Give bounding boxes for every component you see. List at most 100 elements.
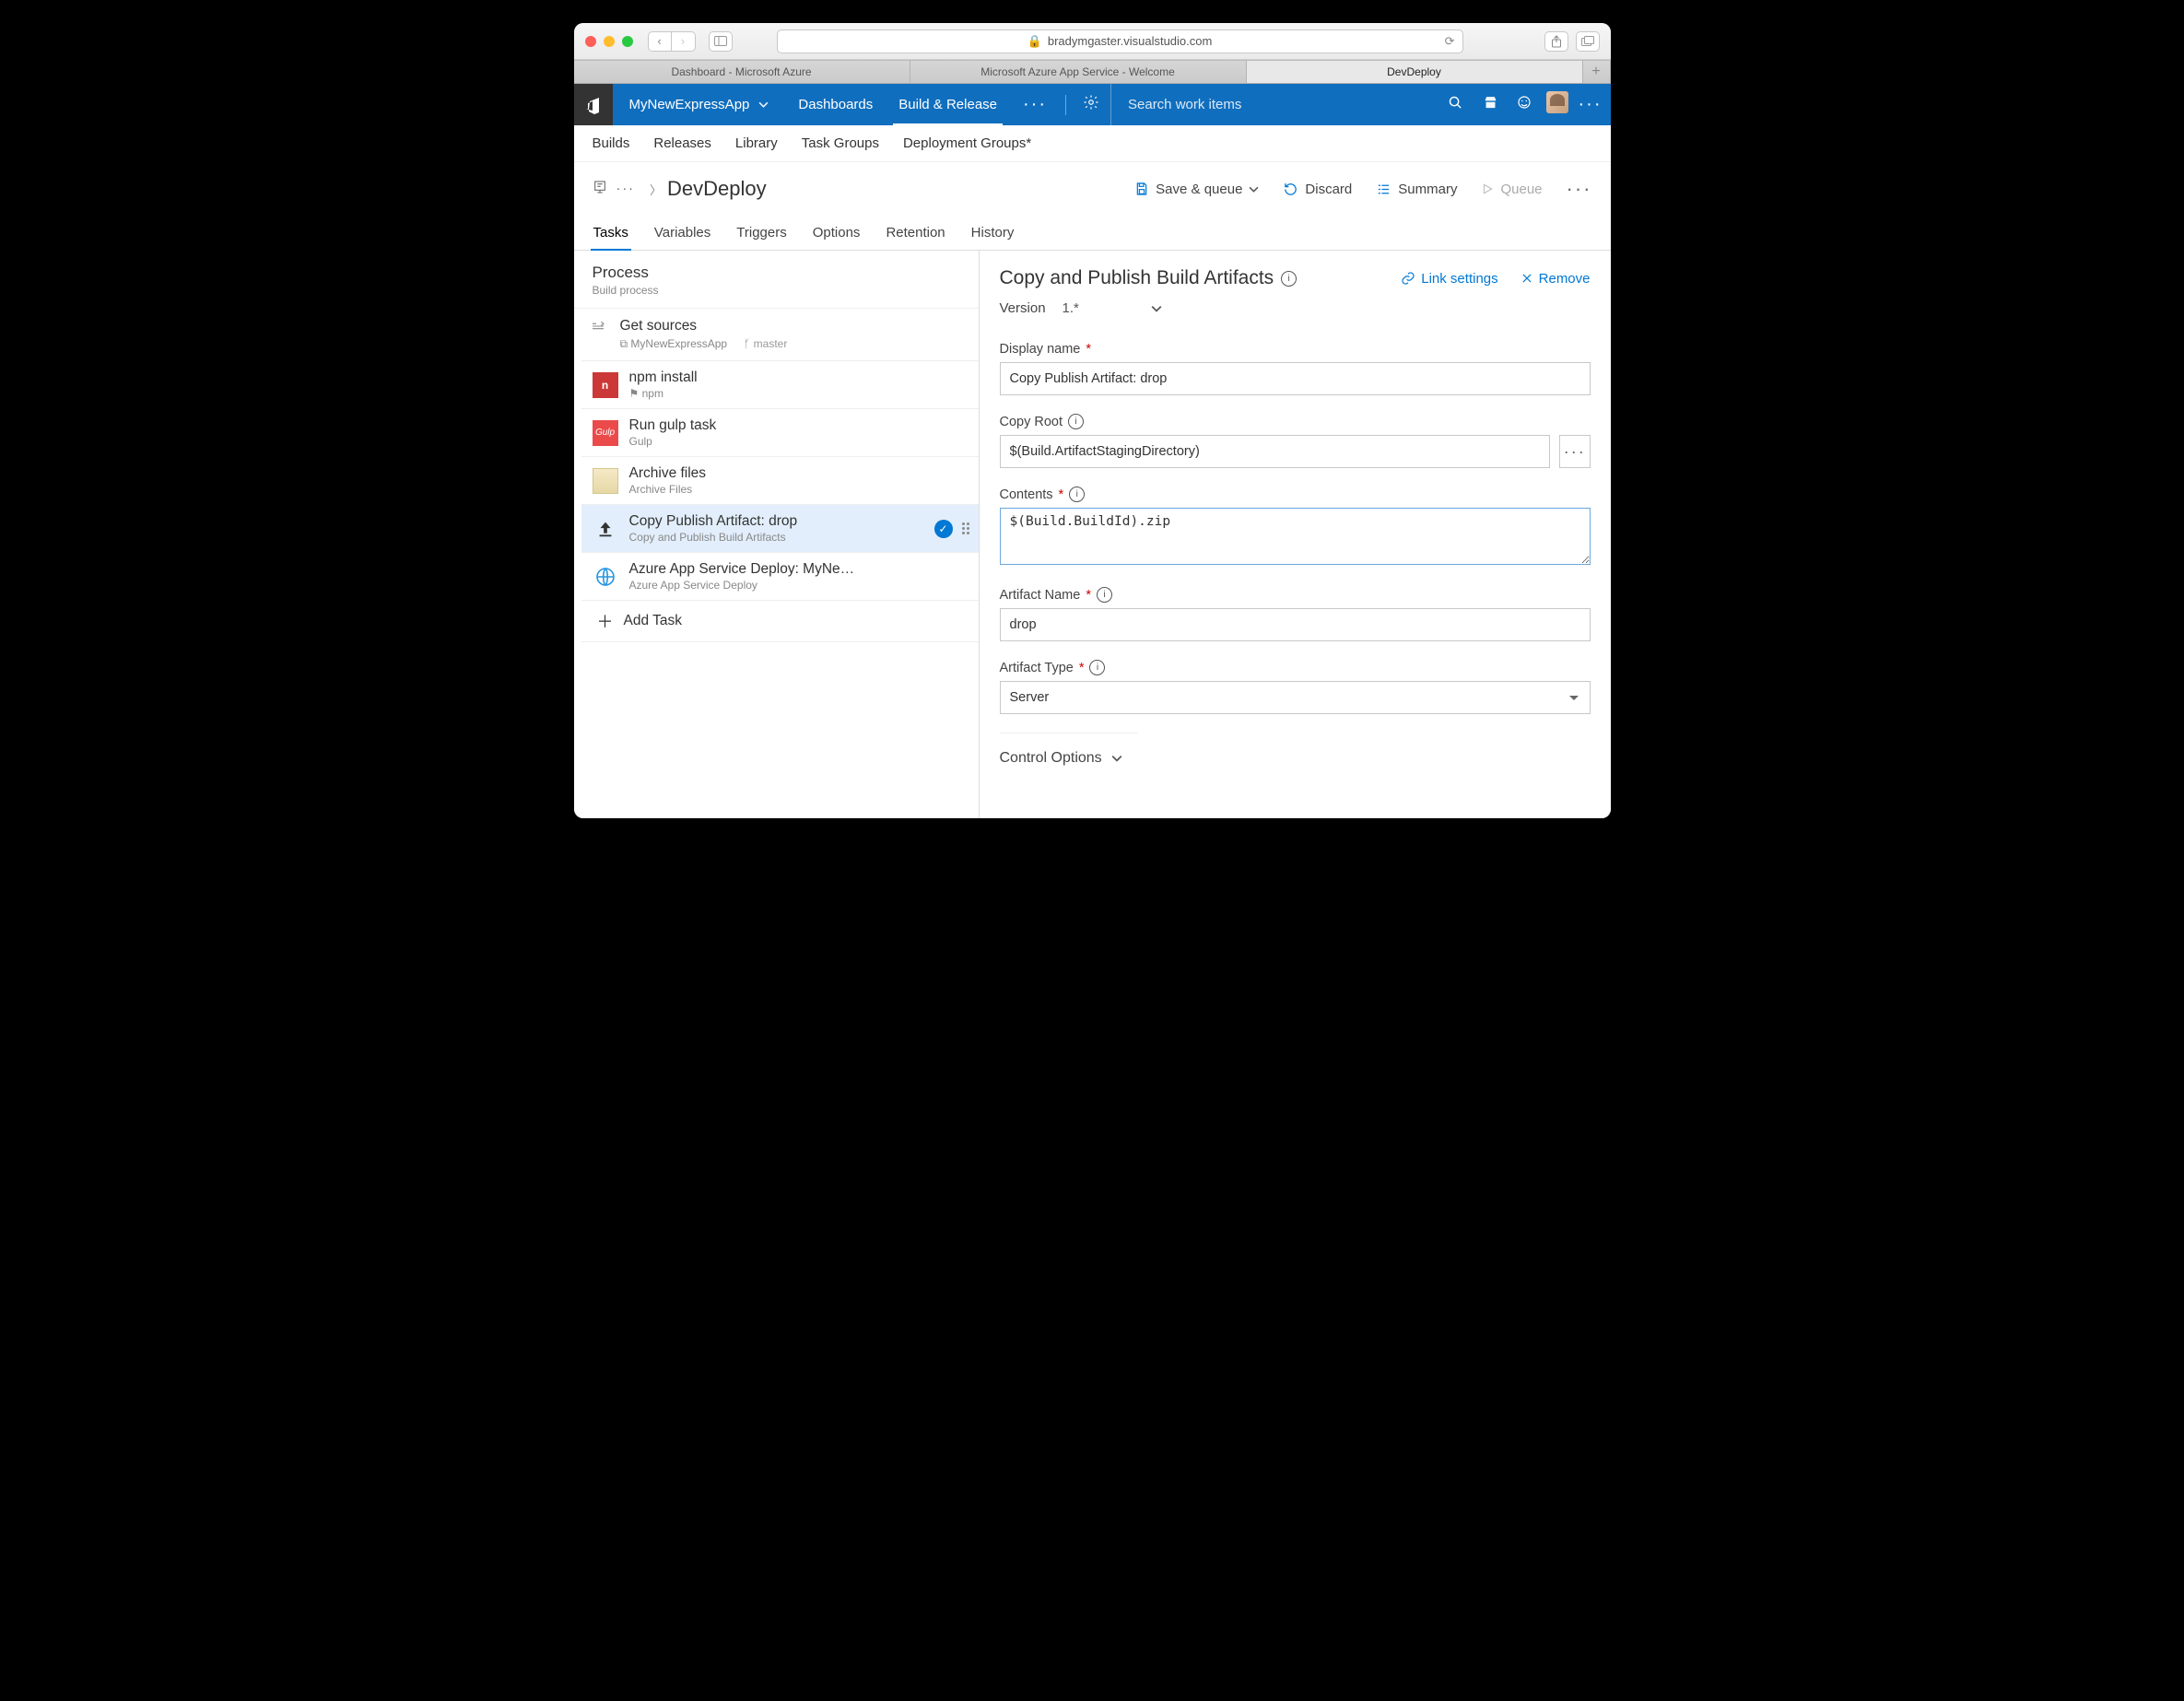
contents-textarea[interactable]: [1000, 508, 1591, 565]
info-icon[interactable]: i: [1281, 271, 1297, 287]
search-icon[interactable]: [1438, 95, 1474, 114]
task-row[interactable]: Azure App Service Deploy: MyNe…Azure App…: [581, 552, 979, 600]
marketplace-icon[interactable]: [1474, 95, 1508, 115]
project-name: MyNewExpressApp: [629, 97, 750, 112]
feedback-icon[interactable]: [1508, 94, 1541, 115]
task-row[interactable]: Gulp Run gulp taskGulp: [581, 408, 979, 456]
info-icon[interactable]: i: [1089, 660, 1105, 675]
detail-title: Copy and Publish Build Artifacts: [1000, 267, 1274, 289]
browser-tab[interactable]: Microsoft Azure App Service - Welcome: [910, 61, 1247, 83]
browser-tab[interactable]: Dashboard - Microsoft Azure: [574, 61, 910, 83]
link-settings-button[interactable]: Link settings: [1401, 271, 1497, 287]
chevron-down-icon: [758, 100, 769, 110]
get-sources-row[interactable]: Get sources ⧉ MyNewExpressApp ᚶ master: [574, 308, 979, 360]
tab-tasks[interactable]: Tasks: [593, 225, 629, 250]
required-marker: *: [1079, 661, 1085, 675]
chevron-down-icon: [1249, 184, 1259, 194]
branch-name: ᚶ master: [744, 337, 787, 351]
url-host: bradymgaster.visualstudio.com: [1048, 34, 1212, 48]
required-marker: *: [1086, 588, 1091, 603]
share-button[interactable]: [1544, 31, 1568, 52]
info-icon[interactable]: i: [1097, 587, 1112, 603]
artifact-type-select[interactable]: Server: [1000, 681, 1591, 714]
browser-titlebar: ‹ › 🔒 bradymgaster.visualstudio.com ⟳: [574, 23, 1611, 60]
minimize-window-icon[interactable]: [604, 36, 615, 47]
archive-icon: [593, 468, 618, 494]
search-input[interactable]: [1126, 96, 1438, 113]
page-title: DevDeploy: [667, 177, 767, 201]
add-task-button[interactable]: ＋ Add Task: [581, 600, 979, 642]
new-tab-button[interactable]: +: [1583, 61, 1611, 83]
artifact-name-input[interactable]: [1000, 608, 1591, 641]
window-controls: [585, 36, 633, 47]
settings-gear-icon[interactable]: [1072, 94, 1110, 115]
subnav-library[interactable]: Library: [735, 135, 778, 151]
vsts-logo-icon[interactable]: [574, 84, 613, 125]
user-avatar[interactable]: [1541, 91, 1574, 118]
info-icon[interactable]: i: [1068, 414, 1084, 429]
version-value: 1.*: [1063, 300, 1079, 316]
project-switcher[interactable]: MyNewExpressApp: [613, 97, 786, 112]
task-row[interactable]: Archive filesArchive Files: [581, 456, 979, 504]
topbar-right: ···: [1474, 91, 1611, 118]
control-options-toggle[interactable]: Control Options: [1000, 733, 1138, 767]
vsts-topbar: MyNewExpressApp Dashboards Build & Relea…: [574, 84, 1611, 125]
task-row-selected[interactable]: Copy Publish Artifact: dropCopy and Publ…: [581, 504, 979, 552]
zoom-window-icon[interactable]: [622, 36, 633, 47]
tab-variables[interactable]: Variables: [653, 225, 711, 250]
queue-button: Queue: [1481, 182, 1542, 197]
back-button[interactable]: ‹: [648, 31, 672, 52]
save-queue-button[interactable]: Save & queue: [1134, 182, 1259, 197]
tabs-button[interactable]: [1576, 31, 1600, 52]
address-bar[interactable]: 🔒 bradymgaster.visualstudio.com ⟳: [777, 29, 1463, 53]
tab-history[interactable]: History: [970, 225, 1016, 250]
drag-handle-icon[interactable]: [962, 522, 969, 534]
check-icon: ✓: [934, 520, 953, 538]
nav-back-forward: ‹ ›: [648, 31, 696, 52]
subnav: Builds Releases Library Task Groups Depl…: [574, 125, 1611, 162]
more-actions-button[interactable]: ···: [1567, 177, 1592, 201]
task-row[interactable]: n npm install⚑ npm: [581, 360, 979, 408]
display-name-input[interactable]: [1000, 362, 1591, 395]
forward-button[interactable]: ›: [672, 31, 696, 52]
sidebar-button[interactable]: [709, 31, 733, 52]
chevron-right-icon: 〉: [644, 181, 667, 198]
lock-icon: 🔒: [1027, 34, 1042, 49]
required-marker: *: [1059, 487, 1064, 502]
get-sources-icon: [591, 318, 613, 335]
subnav-releases[interactable]: Releases: [653, 135, 711, 151]
plus-icon: ＋: [593, 609, 618, 633]
tab-options[interactable]: Options: [812, 225, 862, 250]
browser-tab[interactable]: DevDeploy: [1247, 61, 1583, 83]
copy-root-input[interactable]: [1000, 435, 1550, 468]
tab-retention[interactable]: Retention: [885, 225, 945, 250]
more-menu-icon[interactable]: ···: [1574, 94, 1607, 115]
breadcrumb-more[interactable]: ···: [607, 182, 645, 196]
topnav-build-release[interactable]: Build & Release: [886, 84, 1010, 125]
close-window-icon[interactable]: [585, 36, 596, 47]
browser-tabstrip: Dashboard - Microsoft Azure Microsoft Az…: [574, 60, 1611, 84]
tab-triggers[interactable]: Triggers: [735, 225, 787, 250]
repo-name: ⧉ MyNewExpressApp: [620, 337, 728, 351]
get-sources-label: Get sources: [620, 318, 788, 334]
version-row[interactable]: Version 1.*: [1000, 300, 1591, 316]
chevron-down-icon: [1111, 753, 1122, 764]
subnav-deploygroups[interactable]: Deployment Groups*: [903, 135, 1031, 151]
process-subtitle: Build process: [593, 284, 960, 297]
divider: [1065, 95, 1066, 115]
process-title[interactable]: Process: [593, 264, 960, 282]
remove-button[interactable]: Remove: [1521, 271, 1591, 287]
summary-button[interactable]: Summary: [1376, 182, 1457, 197]
subnav-taskgroups[interactable]: Task Groups: [802, 135, 879, 151]
gulp-icon: Gulp: [593, 420, 618, 446]
topnav-dashboards[interactable]: Dashboards: [785, 84, 886, 125]
definition-icon: [593, 180, 607, 199]
discard-button[interactable]: Discard: [1283, 182, 1352, 197]
browse-button[interactable]: ···: [1559, 435, 1591, 468]
reload-icon[interactable]: ⟳: [1445, 34, 1455, 49]
subnav-builds[interactable]: Builds: [593, 135, 630, 151]
info-icon[interactable]: i: [1069, 487, 1085, 502]
npm-icon: n: [593, 372, 618, 398]
topnav-more-button[interactable]: ···: [1010, 94, 1060, 115]
app-service-icon: [593, 564, 618, 590]
